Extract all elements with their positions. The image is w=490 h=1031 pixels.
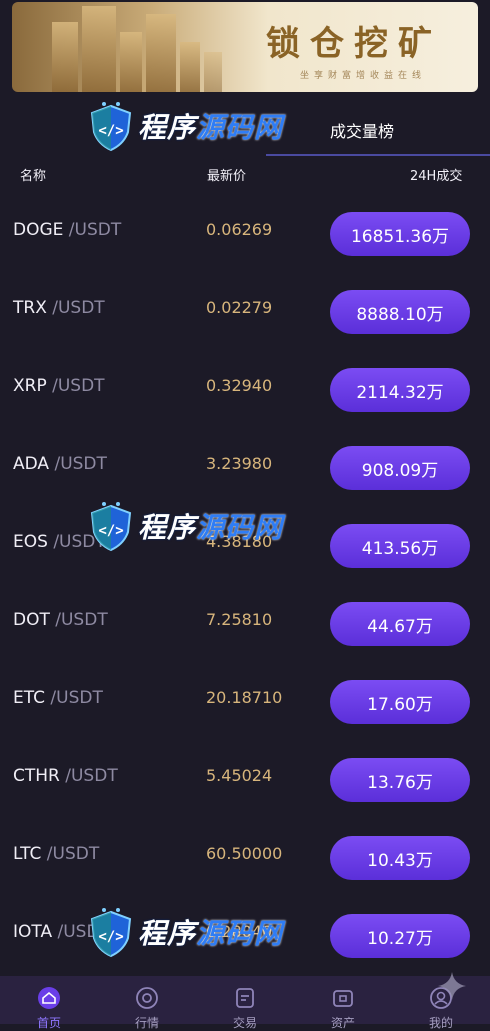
- market-icon: [136, 987, 158, 1009]
- pair-quote: /USDT: [63, 220, 122, 240]
- pair-name: IOTA /USDT: [13, 922, 110, 942]
- banner-building: [146, 14, 176, 92]
- pair-name: CTHR /USDT: [13, 766, 118, 786]
- volume-button[interactable]: 8888.10万: [330, 290, 470, 334]
- banner-title: 锁仓挖矿: [266, 24, 442, 64]
- nav-label-assets: 资产: [330, 1016, 355, 1030]
- pair-name: LTC /USDT: [13, 844, 99, 864]
- trade-icon: [236, 988, 254, 1008]
- nav-label-trade: 交易: [232, 1016, 257, 1030]
- pair-quote: /USDT: [52, 922, 110, 942]
- market-row[interactable]: IOTA /USDT 0.28040 10.27万: [0, 892, 490, 970]
- market-row[interactable]: ADA /USDT 3.23980 908.09万: [0, 424, 490, 502]
- tab-volume-ranking[interactable]: 成交量榜: [330, 118, 394, 142]
- pair-base: CTHR: [13, 766, 60, 786]
- last-price: 60.50000: [206, 844, 283, 863]
- pair-name: TRX /USDT: [13, 298, 105, 318]
- pair-name: XRP /USDT: [13, 376, 105, 396]
- banner-building: [120, 32, 142, 92]
- market-row[interactable]: DOT /USDT 7.25810 44.67万: [0, 580, 490, 658]
- last-price: 3.23980: [206, 454, 273, 473]
- pair-name: ADA /USDT: [13, 454, 107, 474]
- column-header-name: 名称: [20, 169, 47, 184]
- pair-name: EOS /USDT: [13, 532, 106, 552]
- pair-base: LTC: [13, 844, 42, 864]
- wallet-icon: [333, 990, 353, 1007]
- pair-name: DOGE /USDT: [13, 220, 121, 240]
- nav-item-trade[interactable]: 交易: [196, 976, 294, 1030]
- nav-item-market[interactable]: 行情: [98, 976, 196, 1030]
- market-row[interactable]: ETC /USDT 20.18710 17.60万: [0, 658, 490, 736]
- volume-button[interactable]: 44.67万: [330, 602, 470, 646]
- pair-base: TRX: [13, 298, 47, 318]
- promo-banner[interactable]: 锁仓挖矿 坐享财富增收益在线: [12, 2, 478, 92]
- last-price: 0.06269: [206, 220, 273, 239]
- nav-label-market: 行情: [134, 1016, 159, 1030]
- pair-quote: /USDT: [45, 688, 103, 708]
- banner-building: [82, 6, 116, 92]
- market-row[interactable]: DOGE /USDT 0.06269 16851.36万: [0, 190, 490, 268]
- tab-active-indicator: [266, 154, 490, 156]
- pair-quote: /USDT: [49, 610, 108, 630]
- banner-subtitle: 坐享财富增收益在线: [299, 71, 426, 81]
- banner-building: [52, 22, 78, 92]
- market-row[interactable]: XRP /USDT 0.32940 2114.32万: [0, 346, 490, 424]
- volume-button[interactable]: 16851.36万: [330, 212, 470, 256]
- last-price: 0.02279: [206, 298, 273, 317]
- last-price: 0.32940: [206, 376, 273, 395]
- pair-quote: /USDT: [49, 454, 107, 474]
- column-header-price: 最新价: [207, 169, 247, 184]
- nav-label-home: 首页: [36, 1016, 61, 1030]
- pair-quote: /USDT: [41, 844, 100, 864]
- market-row[interactable]: TRX /USDT 0.02279 8888.10万: [0, 268, 490, 346]
- market-row[interactable]: LTC /USDT 60.50000 10.43万: [0, 814, 490, 892]
- pair-quote: /USDT: [46, 376, 105, 396]
- pair-base: DOGE: [13, 220, 64, 240]
- pair-quote: /USDT: [59, 766, 118, 786]
- nav-item-home[interactable]: 首页: [0, 976, 98, 1030]
- bottom-nav: 首页 行情 交易 资产 我的: [0, 976, 490, 1030]
- last-price: 20.18710: [206, 688, 283, 707]
- ranking-tabs: 成交量榜: [0, 110, 490, 160]
- pair-quote: /USDT: [46, 298, 105, 318]
- banner-building: [204, 52, 222, 92]
- pair-base: DOT: [13, 610, 50, 630]
- market-row[interactable]: EOS /USDT 4.38180 413.56万: [0, 502, 490, 580]
- pair-base: IOTA: [13, 922, 53, 942]
- column-header-volume: 24H成交: [410, 169, 463, 184]
- pair-quote: /USDT: [47, 532, 106, 552]
- last-price: 7.25810: [206, 610, 273, 629]
- volume-button[interactable]: 413.56万: [330, 524, 470, 568]
- pair-base: EOS: [13, 532, 48, 552]
- pair-base: XRP: [13, 376, 47, 396]
- volume-button[interactable]: 13.76万: [330, 758, 470, 802]
- market-list: DOGE /USDT 0.06269 16851.36万 TRX /USDT 0…: [0, 190, 490, 970]
- volume-button[interactable]: 17.60万: [330, 680, 470, 724]
- last-price: 4.38180: [206, 532, 273, 551]
- nav-item-assets[interactable]: 资产: [294, 976, 392, 1030]
- volume-button[interactable]: 908.09万: [330, 446, 470, 490]
- volume-button[interactable]: 10.43万: [330, 836, 470, 880]
- last-price: 5.45024: [206, 766, 273, 785]
- sparkle-icon: [438, 972, 466, 1000]
- market-row[interactable]: CTHR /USDT 5.45024 13.76万: [0, 736, 490, 814]
- volume-button[interactable]: 2114.32万: [330, 368, 470, 412]
- pair-base: ETC: [13, 688, 45, 708]
- pair-base: ADA: [13, 454, 50, 474]
- nav-label-profile: 我的: [428, 1016, 453, 1030]
- home-icon: [38, 987, 60, 1009]
- pair-name: ETC /USDT: [13, 688, 103, 708]
- last-price: 0.28040: [206, 922, 273, 941]
- volume-button[interactable]: 10.27万: [330, 914, 470, 958]
- pair-name: DOT /USDT: [13, 610, 108, 630]
- banner-building: [180, 42, 200, 92]
